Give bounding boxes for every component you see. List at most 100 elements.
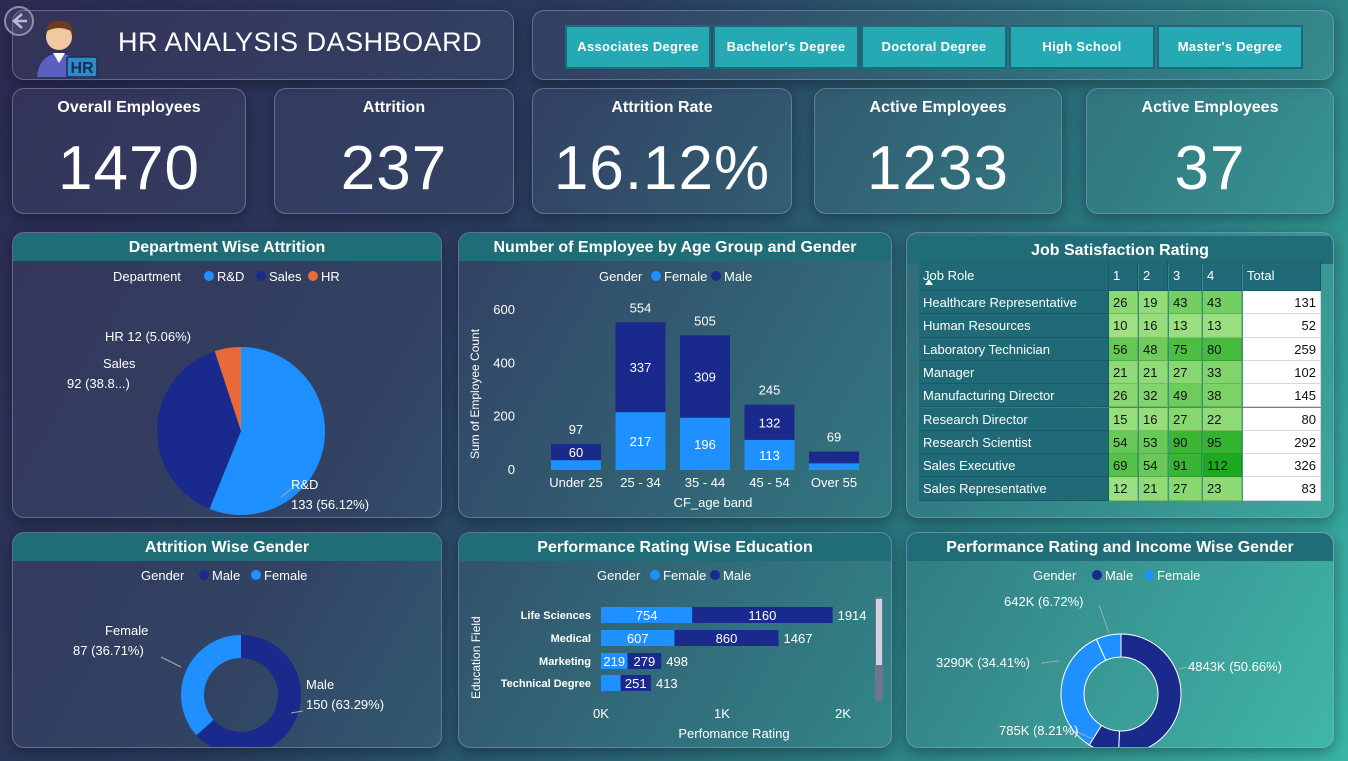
bar-label-female: 219 [603, 654, 625, 669]
kpi-active-employees-2: Active Employees 37 [1086, 88, 1334, 214]
rating-cell: 43 [1203, 291, 1242, 315]
rating-cell: 54 [1109, 430, 1138, 455]
bar-female[interactable] [601, 675, 621, 691]
legend-marker-sales [256, 271, 266, 281]
bar-male[interactable] [809, 451, 859, 464]
legend-label-female: Female [664, 269, 707, 284]
page-title: HR ANALYSIS DASHBOARD [118, 27, 483, 57]
x-tick-label: 35 - 44 [685, 475, 725, 490]
job-role-cell: Laboratory Technician [919, 337, 1109, 361]
y-tick-label: Technical Degree [501, 678, 591, 690]
y-axis-label: Education Field [469, 616, 483, 699]
chart-title: Number of Employee by Age Group and Gend… [459, 233, 891, 261]
back-arrow-icon[interactable] [4, 6, 34, 36]
data-label-male-name: Male [306, 677, 334, 692]
legend-label-female: Female [264, 568, 307, 583]
kpi-value: 16.12% [553, 134, 771, 203]
rating-cell: 27 [1169, 477, 1202, 501]
legend-label-hr: HR [321, 269, 340, 284]
kpi-attrition: Attrition 237 [274, 88, 514, 214]
department-pie-chart: Department R&D Sales HR HR 12 (5.06%) Sa… [67, 269, 369, 515]
bar-total-label: 554 [630, 300, 652, 315]
bar-female[interactable] [551, 460, 601, 470]
rating-cell: 27 [1169, 407, 1202, 431]
job-role-cell: Manufacturing Director [919, 384, 1109, 408]
job-role-cell: Research Director [919, 407, 1109, 431]
column-header: 2 [1139, 261, 1168, 291]
x-axis-label: CF_age band [674, 495, 753, 510]
kpi-active-employees: Active Employees 1233 [814, 88, 1062, 214]
legend-title: Department [113, 269, 181, 284]
data-label-sales-name: Sales [103, 356, 136, 371]
chart-title: Job Satisfaction Rating [907, 236, 1333, 264]
rating-cell: 15 [1109, 407, 1138, 431]
filter-doctoral-degree[interactable]: Doctoral Degree [861, 25, 1007, 69]
bar-total-label: 1467 [784, 631, 813, 646]
total-cell: 259 [1243, 337, 1321, 361]
kpi-value: 1470 [58, 134, 200, 203]
total-cell: 52 [1243, 314, 1321, 338]
rating-cell: 10 [1109, 314, 1138, 338]
y-tick-label: 400 [493, 355, 515, 370]
chart-title: Department Wise Attrition [13, 233, 441, 261]
sort-ascending-icon[interactable] [925, 279, 933, 285]
job-satisfaction-panel: Job Satisfaction Rating Job Role 1 2 3 4 Tota… [906, 232, 1334, 518]
rating-cell: 95 [1203, 430, 1242, 455]
rating-cell: 49 [1169, 384, 1202, 408]
rating-cell: 12 [1109, 477, 1138, 501]
x-tick-label: 25 - 34 [620, 475, 660, 490]
rating-cell: 75 [1169, 337, 1202, 361]
legend-label-sales: Sales [269, 269, 302, 284]
rating-cell: 56 [1109, 337, 1138, 361]
bar-total-label: 498 [666, 654, 688, 669]
data-label-rd: 133 (56.12%) [291, 497, 369, 512]
filter-high-school[interactable]: High School [1009, 25, 1155, 69]
rating-cell: 26 [1109, 384, 1138, 408]
x-tick-label: Under 25 [549, 475, 602, 490]
rating-cell: 21 [1109, 360, 1138, 385]
bar-total-label: 505 [694, 313, 716, 328]
performance-education-bar-chart: Gender Female Male Education Field Perfo… [469, 568, 883, 741]
job-role-cell: Manager [919, 360, 1109, 385]
filter-masters-degree[interactable]: Master's Degree [1157, 25, 1303, 69]
age-group-panel: Number of Employee by Age Group and Gend… [458, 232, 892, 518]
column-header: 1 [1109, 261, 1138, 291]
kpi-value: 37 [1174, 134, 1246, 203]
legend-label-female: Female [1157, 568, 1200, 583]
total-cell: 83 [1243, 477, 1321, 501]
income-gender-donut: Gender Male Female 642K (6.72%) 3290K (3… [936, 568, 1282, 748]
bar-total-label: 69 [827, 430, 841, 445]
attrition-gender-panel: Attrition Wise Gender Gender Male Female… [12, 532, 442, 748]
donut-slice-male-0[interactable] [1118, 633, 1182, 748]
data-label-sales: 92 (38.8...) [67, 376, 130, 391]
filter-associates-degree[interactable]: Associates Degree [565, 25, 711, 69]
data-label-female-small: 642K (6.72%) [1004, 594, 1084, 609]
x-tick-label: 45 - 54 [749, 475, 789, 490]
rating-cell: 53 [1139, 430, 1168, 455]
x-tick-label: 2K [835, 706, 851, 721]
y-tick-label: 600 [493, 302, 515, 317]
rating-cell: 43 [1169, 291, 1202, 315]
rating-cell: 22 [1203, 407, 1242, 431]
filter-bachelors-degree[interactable]: Bachelor's Degree [713, 25, 859, 69]
chart-title: Performance Rating Wise Education [459, 533, 891, 561]
job-satisfaction-table: Job Role 1 2 3 4 Total Healthcare Representati… [919, 261, 1325, 501]
bar-label-male: 251 [625, 676, 647, 691]
bar-label-female: 607 [627, 631, 649, 646]
kpi-label: Attrition [362, 99, 426, 116]
donut-slice-female[interactable] [181, 635, 241, 736]
scrollbar-thumb[interactable] [876, 599, 882, 665]
kpi-attrition-rate: Attrition Rate 16.12% [532, 88, 792, 214]
total-cell: 102 [1243, 360, 1321, 385]
y-axis-label: Sum of Employee Count [468, 328, 482, 459]
total-cell: 131 [1243, 291, 1321, 315]
total-cell: 292 [1243, 430, 1321, 455]
bar-label-male: 860 [716, 631, 738, 646]
income-gender-panel: Performance Rating and Income Wise Gende… [906, 532, 1334, 748]
rating-cell: 23 [1203, 477, 1242, 501]
rating-cell: 26 [1109, 291, 1138, 315]
rating-cell: 48 [1139, 337, 1168, 361]
data-label-female-large: 3290K (34.41%) [936, 655, 1030, 670]
bar-female[interactable] [809, 463, 859, 470]
bar-label-male: 1160 [748, 608, 776, 623]
